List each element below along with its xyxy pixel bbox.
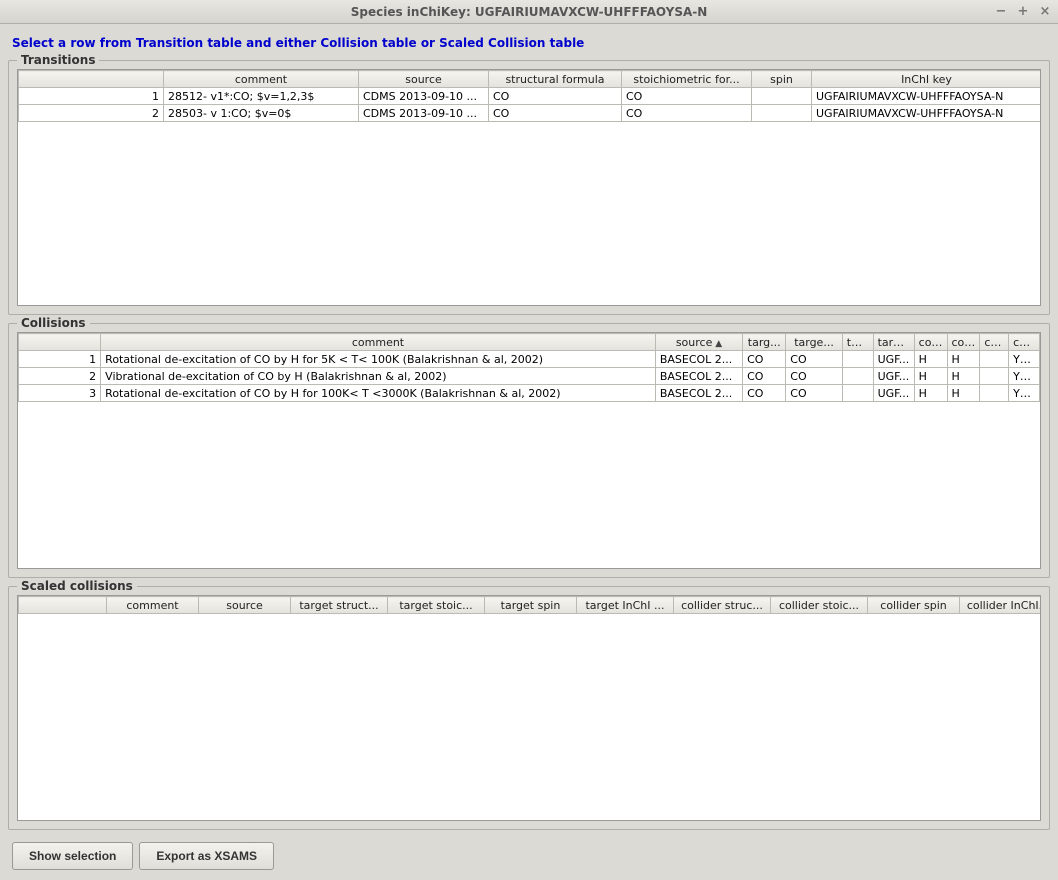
scaled-fieldset: Scaled collisions comment source target …	[8, 586, 1050, 830]
button-row: Show selection Export as XSAMS	[8, 838, 1050, 872]
th-cstoic[interactable]: collider stoic...	[771, 597, 868, 614]
collisions-legend: Collisions	[17, 316, 90, 330]
cell: BASECOL 2...	[655, 351, 742, 368]
cell	[842, 368, 873, 385]
collisions-fieldset: Collisions comment source targ... targe.…	[8, 323, 1050, 578]
collisions-table[interactable]: comment source targ... targe... tar... t…	[18, 333, 1040, 402]
cell: CDMS 2013-09-10 ...	[359, 105, 489, 122]
th-targ4[interactable]: targ...	[873, 334, 914, 351]
cell: CO	[743, 385, 786, 402]
cell: 1	[19, 88, 164, 105]
cell: UGFAIRIUMAVXCW-UHFFFAOYSA-N	[812, 88, 1042, 105]
cell: CO	[786, 368, 842, 385]
cell	[752, 105, 812, 122]
cell	[980, 385, 1009, 402]
cell: BASECOL 2...	[655, 368, 742, 385]
cell: UGF...	[873, 351, 914, 368]
cell: Rotational de-excitation of CO by H for …	[101, 385, 656, 402]
cell: CDMS 2013-09-10 ...	[359, 88, 489, 105]
cell: H	[914, 351, 947, 368]
th-coll1[interactable]: coll...	[914, 334, 947, 351]
cell: UGF...	[873, 368, 914, 385]
transitions-legend: Transitions	[17, 53, 99, 67]
cell: 3	[19, 385, 101, 402]
th-cinchi[interactable]: collider InChI...	[960, 597, 1042, 614]
th-stoich[interactable]: stoichiometric for...	[622, 71, 752, 88]
cell: UGF...	[873, 385, 914, 402]
th-targ3[interactable]: tar...	[842, 334, 873, 351]
window-titlebar: Species inChiKey: UGFAIRIUMAVXCW-UHFFFAO…	[0, 0, 1058, 24]
cell: CO	[743, 351, 786, 368]
cell: Vibrational de-excitation of CO by H (Ba…	[101, 368, 656, 385]
instruction-text: Select a row from Transition table and e…	[8, 32, 1050, 60]
cell: 1	[19, 351, 101, 368]
th-cspin[interactable]: collider spin	[868, 597, 960, 614]
table-row[interactable]: 1Rotational de-excitation of CO by H for…	[19, 351, 1040, 368]
cell: 28512- v1*:CO; $v=1,2,3$	[164, 88, 359, 105]
th-targ1[interactable]: targ...	[743, 334, 786, 351]
th-comment[interactable]: comment	[107, 597, 199, 614]
th-cstruct[interactable]: collider struc...	[674, 597, 771, 614]
cell: 2	[19, 368, 101, 385]
th-tstruct[interactable]: target struct...	[291, 597, 388, 614]
scaled-legend: Scaled collisions	[17, 579, 137, 593]
cell: H	[947, 385, 980, 402]
cell	[842, 351, 873, 368]
cell: H	[947, 351, 980, 368]
cell: H	[914, 368, 947, 385]
th-targ2[interactable]: targe...	[786, 334, 842, 351]
cell: CO	[786, 385, 842, 402]
cell: YZ...	[1009, 385, 1040, 402]
cell	[752, 88, 812, 105]
th-rownum[interactable]	[19, 334, 101, 351]
maximize-icon[interactable]: +	[1014, 2, 1032, 20]
cell: YZ...	[1009, 368, 1040, 385]
cell: CO	[622, 88, 752, 105]
th-rownum[interactable]	[19, 71, 164, 88]
minimize-icon[interactable]: −	[992, 2, 1010, 20]
cell: H	[947, 368, 980, 385]
th-spin[interactable]: spin	[752, 71, 812, 88]
cell: CO	[622, 105, 752, 122]
cell: CO	[786, 351, 842, 368]
cell: CO	[489, 105, 622, 122]
close-icon[interactable]: ×	[1036, 2, 1054, 20]
cell: YZ...	[1009, 351, 1040, 368]
window-title: Species inChiKey: UGFAIRIUMAVXCW-UHFFFAO…	[351, 5, 708, 19]
th-coll4[interactable]: co...	[1009, 334, 1040, 351]
th-source[interactable]: source	[359, 71, 489, 88]
th-coll2[interactable]: colli...	[947, 334, 980, 351]
transitions-table[interactable]: comment source structural formula stoich…	[18, 70, 1041, 122]
cell: 2	[19, 105, 164, 122]
th-inchi[interactable]: InChI key	[812, 71, 1042, 88]
cell: CO	[489, 88, 622, 105]
cell: 28503- v 1:CO; $v=0$	[164, 105, 359, 122]
th-tinchi[interactable]: target InChI ...	[577, 597, 674, 614]
transitions-fieldset: Transitions comment source structural fo…	[8, 60, 1050, 315]
cell	[842, 385, 873, 402]
table-row[interactable]: 2Vibrational de-excitation of CO by H (B…	[19, 368, 1040, 385]
cell	[980, 351, 1009, 368]
cell: Rotational de-excitation of CO by H for …	[101, 351, 656, 368]
th-tstoic[interactable]: target stoic...	[388, 597, 485, 614]
th-source[interactable]: source	[655, 334, 742, 351]
export-xsams-button[interactable]: Export as XSAMS	[139, 842, 274, 870]
cell: UGFAIRIUMAVXCW-UHFFFAOYSA-N	[812, 105, 1042, 122]
cell: CO	[743, 368, 786, 385]
table-row[interactable]: 3Rotational de-excitation of CO by H for…	[19, 385, 1040, 402]
th-rownum[interactable]	[19, 597, 107, 614]
cell	[980, 368, 1009, 385]
th-comment[interactable]: comment	[101, 334, 656, 351]
th-struct[interactable]: structural formula	[489, 71, 622, 88]
cell: H	[914, 385, 947, 402]
table-row[interactable]: 228503- v 1:CO; $v=0$CDMS 2013-09-10 ...…	[19, 105, 1042, 122]
th-comment[interactable]: comment	[164, 71, 359, 88]
scaled-collisions-table[interactable]: comment source target struct... target s…	[18, 596, 1041, 614]
th-tspin[interactable]: target spin	[485, 597, 577, 614]
table-row[interactable]: 128512- v1*:CO; $v=1,2,3$CDMS 2013-09-10…	[19, 88, 1042, 105]
th-coll3[interactable]: col...	[980, 334, 1009, 351]
show-selection-button[interactable]: Show selection	[12, 842, 133, 870]
cell: BASECOL 2...	[655, 385, 742, 402]
th-source[interactable]: source	[199, 597, 291, 614]
